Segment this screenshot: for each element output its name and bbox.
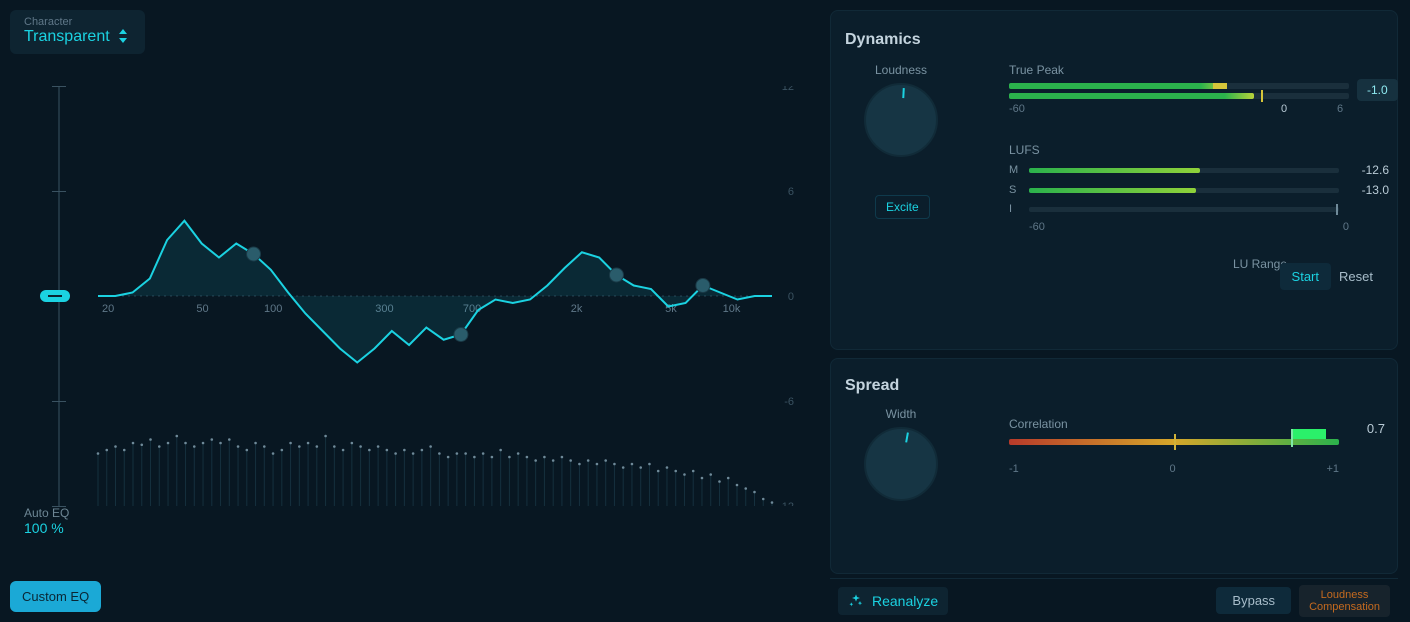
excite-button[interactable]: Excite — [875, 195, 930, 219]
lufs-bar — [1029, 207, 1339, 212]
slider-tick — [52, 191, 66, 192]
eq-node[interactable] — [609, 268, 623, 282]
svg-text:6: 6 — [788, 186, 794, 198]
lu-range-readout: LU Range - — [1233, 257, 1287, 285]
reanalyze-button[interactable]: Reanalyze — [838, 587, 948, 615]
spread-panel: Spread Width Correlation 0.7 -1 0 +1 — [830, 358, 1398, 574]
scale-text: 6 — [1337, 103, 1343, 115]
width-knob-label: Width — [851, 407, 951, 421]
svg-text:10k: 10k — [723, 303, 741, 315]
scale-text: 0 — [1170, 463, 1176, 475]
svg-text:100: 100 — [264, 303, 282, 315]
eq-node[interactable] — [454, 328, 468, 342]
eq-node[interactable] — [247, 247, 261, 261]
slider-tick — [52, 506, 66, 507]
scale-text: +1 — [1326, 463, 1339, 475]
slider-tick — [52, 401, 66, 402]
character-value: Transparent — [24, 28, 110, 46]
slider-tick — [52, 86, 66, 87]
correlation-label: Correlation — [1009, 417, 1339, 431]
correlation-live — [1293, 429, 1326, 439]
lufs-row: S -13.0 — [1009, 183, 1389, 197]
lu-range-value: - — [1233, 271, 1287, 285]
lufs-row: I — [1009, 203, 1389, 215]
loudness-comp-line1: Loudness — [1309, 589, 1380, 601]
lufs-value: -13.0 — [1347, 183, 1389, 197]
true-peak-value[interactable]: -1.0 — [1357, 79, 1398, 101]
loudness-knob-label: Loudness — [851, 63, 951, 77]
auto-eq-label: Auto EQ — [24, 506, 69, 520]
eq-amount-slider-thumb[interactable] — [40, 290, 70, 302]
correlation-value: 0.7 — [1367, 421, 1385, 436]
scale-text: -60 — [1009, 103, 1025, 115]
lufs-value: -12.6 — [1347, 163, 1389, 177]
true-peak-bar — [1009, 83, 1349, 89]
character-dropdown[interactable]: Character Transparent — [10, 10, 145, 54]
svg-text:50: 50 — [196, 303, 208, 315]
lu-start-button[interactable]: Start — [1280, 263, 1331, 290]
lu-range-label: LU Range — [1233, 257, 1287, 271]
lufs-label: LUFS — [1009, 143, 1389, 157]
spread-title: Spread — [845, 377, 899, 395]
correlation-meter: Correlation 0.7 -1 0 +1 — [1009, 417, 1339, 475]
svg-text:12: 12 — [782, 86, 794, 93]
correlation-marker — [1174, 434, 1176, 450]
true-peak-meter: True Peak -60 0 6 — [1009, 63, 1349, 115]
bottom-bar: Reanalyze Bypass Loudness Compensation — [830, 578, 1398, 622]
auto-eq-readout: Auto EQ 100 % — [24, 506, 69, 536]
dynamics-panel: Dynamics Loudness Excite True Peak -60 0… — [830, 10, 1398, 350]
character-label: Character — [24, 16, 131, 28]
auto-eq-value: 100 % — [24, 520, 69, 536]
updown-icon — [118, 29, 128, 46]
sparkle-icon — [848, 593, 864, 609]
scale-text: -60 — [1029, 221, 1045, 233]
lufs-tag: S — [1009, 184, 1021, 196]
loudness-compensation-button[interactable]: Loudness Compensation — [1299, 585, 1390, 617]
scale-text: -1 — [1009, 463, 1019, 475]
custom-eq-button[interactable]: Custom EQ — [10, 581, 101, 612]
eq-plot[interactable]: 1260-6-1220501003007002k5k10k — [36, 86, 796, 506]
svg-text:-12: -12 — [778, 501, 794, 506]
scale-text: 0 — [1343, 221, 1349, 233]
width-knob[interactable] — [864, 427, 938, 501]
lufs-tag: M — [1009, 164, 1021, 176]
lufs-bar — [1029, 168, 1339, 173]
lufs-row: M -12.6 — [1009, 163, 1389, 177]
svg-text:-6: -6 — [784, 396, 794, 408]
bypass-button[interactable]: Bypass — [1216, 587, 1291, 614]
loudness-knob[interactable] — [864, 83, 938, 157]
dynamics-title: Dynamics — [845, 31, 921, 49]
scale-text: 0 — [1281, 103, 1287, 115]
reanalyze-label: Reanalyze — [872, 593, 938, 609]
loudness-comp-line2: Compensation — [1309, 601, 1380, 613]
lufs-tag: I — [1009, 203, 1021, 215]
svg-text:2k: 2k — [571, 303, 583, 315]
true-peak-label: True Peak — [1009, 63, 1349, 77]
eq-node[interactable] — [696, 279, 710, 293]
svg-text:0: 0 — [788, 291, 794, 303]
true-peak-bar — [1009, 93, 1349, 99]
lufs-meter: LUFS M -12.6 S -13.0 I -60 0 — [1009, 143, 1389, 233]
svg-text:20: 20 — [102, 303, 114, 315]
lu-reset-button[interactable]: Reset — [1327, 263, 1385, 290]
app-root: { "character": { "label": "Character", "… — [0, 0, 1410, 622]
lufs-bar — [1029, 188, 1339, 193]
